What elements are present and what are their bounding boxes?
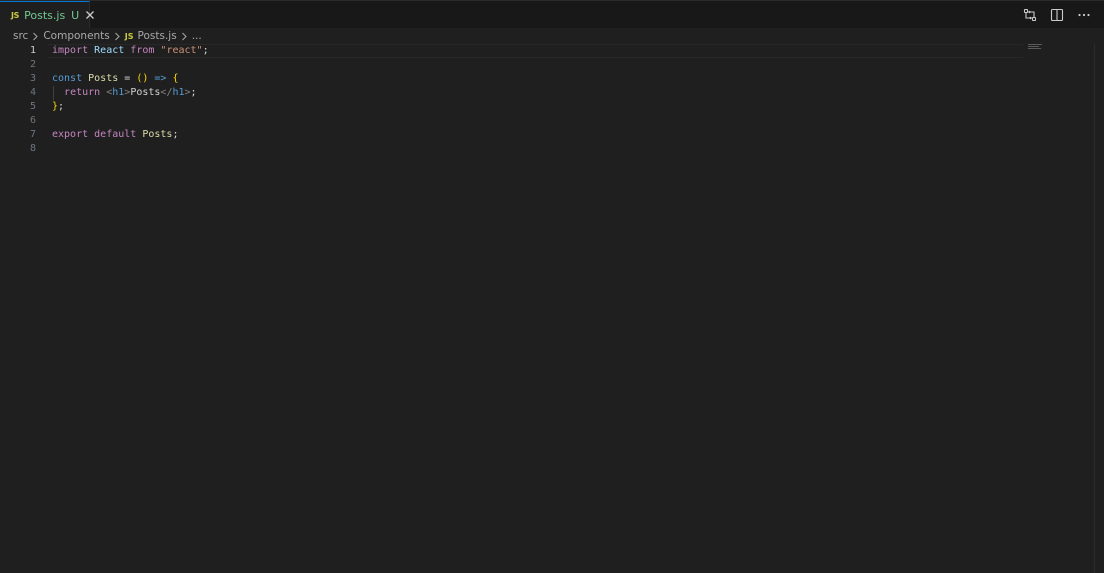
- breadcrumb-item-symbols[interactable]: ...: [192, 30, 202, 42]
- line-number: 1: [29, 45, 36, 56]
- chevron-right-icon: [114, 32, 121, 41]
- more-actions-icon[interactable]: [1074, 5, 1094, 25]
- javascript-file-icon: JS: [124, 31, 134, 41]
- code-line: export default Posts;: [52, 128, 209, 142]
- code-token: {: [172, 73, 179, 84]
- code-token: =: [118, 73, 137, 84]
- line-number: 8: [29, 143, 36, 154]
- minimap-line: [1028, 46, 1039, 47]
- line-number: 4: [29, 87, 36, 98]
- breadcrumb: src Components JS Posts.js ...: [0, 28, 1104, 44]
- line-number-gutter: 1 2 3 4 5 6 7 8: [0, 44, 36, 156]
- code-line: return <h1>Posts</h1>;: [52, 86, 209, 100]
- vscode-editor-window: JS Posts.js U src Components JS Posts.js…: [0, 0, 1104, 573]
- code-token: React: [94, 45, 125, 56]
- tab-bar: JS Posts.js U: [0, 0, 1104, 28]
- minimap[interactable]: [1028, 44, 1048, 54]
- line-number: 5: [29, 101, 36, 112]
- git-untracked-badge: U: [71, 8, 80, 22]
- code-token: Posts: [88, 73, 119, 84]
- close-icon[interactable]: [85, 9, 95, 21]
- javascript-file-icon: JS: [11, 10, 20, 20]
- code-token: ;: [190, 87, 197, 98]
- minimap-line: [1028, 48, 1041, 49]
- code-token: import: [52, 45, 89, 56]
- line-number: 6: [29, 115, 36, 126]
- code-token: default: [94, 129, 137, 140]
- source-control-diff-icon[interactable]: [1020, 5, 1040, 25]
- code-token: export: [52, 129, 89, 140]
- code-token: h1: [112, 87, 125, 98]
- code-token: "react": [160, 45, 203, 56]
- code-line: };: [52, 100, 209, 114]
- code-editor[interactable]: 12345678 import React from "react"; const…: [0, 44, 1094, 573]
- breadcrumb-item-file[interactable]: Posts.js: [138, 30, 177, 42]
- code-token: (): [136, 73, 149, 84]
- chevron-right-icon: [32, 32, 39, 41]
- tab-posts-js[interactable]: JS Posts.js U: [0, 1, 95, 28]
- code-token: return: [64, 87, 101, 98]
- indent-guide: [53, 86, 54, 100]
- line-number: 2: [29, 59, 36, 70]
- code-token: =>: [154, 73, 167, 84]
- code-line: import React from "react";: [52, 44, 209, 58]
- minimap-line: [1028, 44, 1042, 45]
- code-token: from: [130, 45, 155, 56]
- code-token: Posts: [142, 129, 173, 140]
- code-token: const: [52, 73, 83, 84]
- code-token: </: [160, 87, 173, 98]
- code-content[interactable]: import React from "react"; const Posts = …: [52, 44, 209, 156]
- split-editor-icon[interactable]: [1047, 5, 1067, 25]
- tab-label: Posts.js: [24, 8, 66, 22]
- line-number: 7: [29, 129, 36, 140]
- code-token: ;: [58, 101, 65, 112]
- chevron-right-icon: [181, 32, 188, 41]
- code-line: const Posts = () => {: [52, 72, 209, 86]
- editor-actions: [1020, 5, 1094, 25]
- code-token: ;: [172, 129, 179, 140]
- vertical-scrollbar[interactable]: [1094, 44, 1104, 573]
- code-token: Posts: [130, 87, 161, 98]
- breadcrumb-item-src[interactable]: src: [13, 30, 28, 42]
- code-token: h1: [172, 87, 185, 98]
- breadcrumb-item-components[interactable]: Components: [43, 30, 109, 42]
- code-token: ;: [202, 45, 209, 56]
- line-number: 3: [29, 73, 36, 84]
